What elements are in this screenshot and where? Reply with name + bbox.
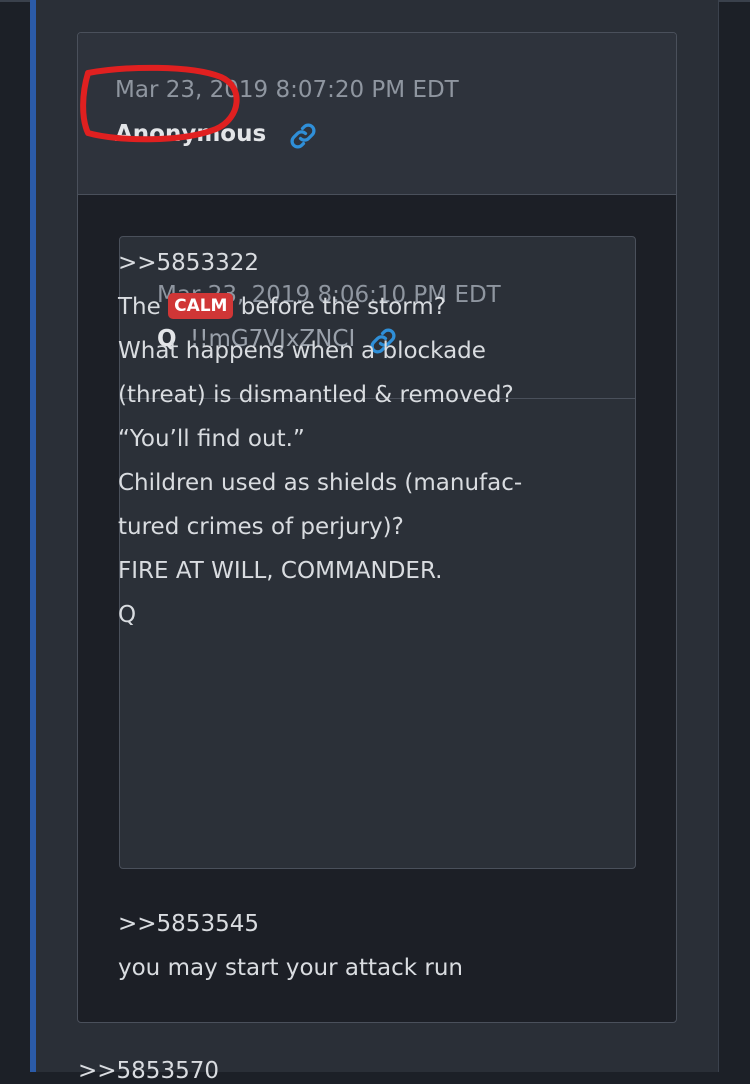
reply-body: >>5853545 you may start your attack run: [118, 902, 463, 990]
reply-text: you may start your attack run: [118, 955, 464, 981]
link-icon[interactable]: [288, 121, 318, 151]
quoted-line: The CALM before the storm?: [118, 285, 568, 329]
post-card: Mar 23, 2019 8:07:20 PM EDT Anonymous Ma…: [77, 32, 677, 1023]
quoted-text: The: [118, 294, 161, 320]
quoted-line: Children used as shields (manufac-: [118, 470, 523, 496]
quote-reference-link[interactable]: >>5853322: [118, 241, 568, 285]
post-header: Mar 23, 2019 8:07:20 PM EDT Anonymous: [78, 33, 676, 195]
quoted-line: What happens when a blockade: [118, 338, 486, 364]
quoted-line: FIRE AT WILL, COMMANDER.: [118, 558, 443, 584]
red-annotation-circle: [80, 64, 240, 143]
quoted-line: tured crimes of perjury)?: [118, 514, 404, 540]
quoted-post-body: >>5853322 The CALM before the storm? Wha…: [118, 241, 568, 637]
quoted-signature: Q: [118, 602, 137, 628]
calm-badge: CALM: [168, 292, 234, 319]
quoted-text: before the storm?: [240, 294, 446, 320]
quoted-line: (threat) is dismantled & removed?: [118, 382, 514, 408]
reply-reference-link[interactable]: >>5853545: [118, 902, 463, 946]
next-post-reference[interactable]: >>5853570: [78, 1058, 219, 1084]
quoted-line: “You’ll find out.”: [118, 426, 305, 452]
